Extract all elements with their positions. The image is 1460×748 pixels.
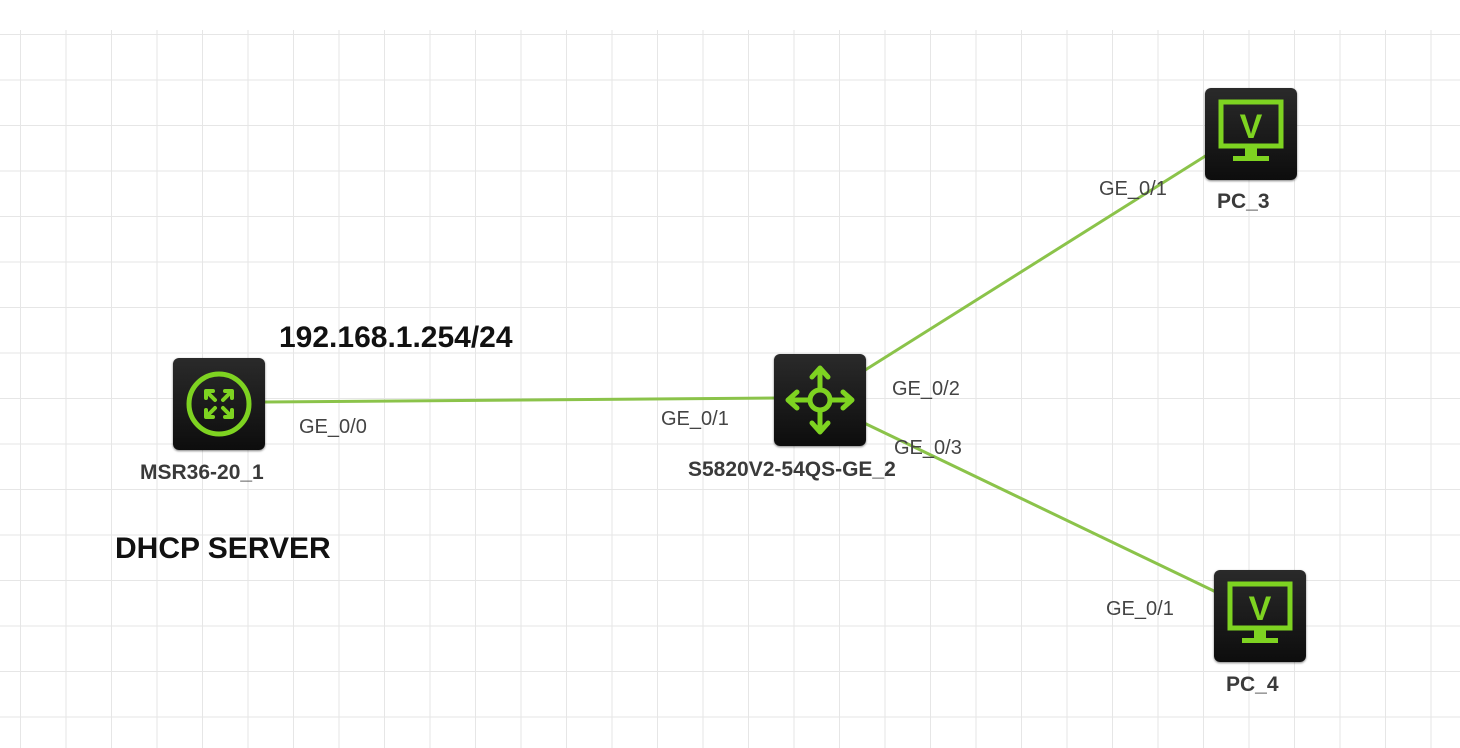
- router-device[interactable]: [173, 358, 265, 450]
- pc3-name-label: PC_3: [1217, 190, 1270, 213]
- port-label-switch-ge01: GE_0/1: [661, 408, 729, 430]
- monitor-icon: V: [1227, 581, 1293, 643]
- switch-icon: [785, 365, 855, 435]
- pc4-name-label: PC_4: [1226, 673, 1279, 696]
- router-name-label: MSR36-20_1: [140, 461, 264, 484]
- port-label-switch-ge02: GE_0/2: [892, 378, 960, 400]
- monitor-icon: V: [1218, 99, 1284, 161]
- port-label-pc4-ge01: GE_0/1: [1106, 598, 1174, 620]
- link-router-switch[interactable]: [264, 396, 779, 404]
- router-icon: [186, 371, 252, 437]
- port-label-router-ge00: GE_0/0: [299, 416, 367, 438]
- switch-name-label: S5820V2-54QS-GE_2: [688, 458, 896, 481]
- dhcp-server-annotation: DHCP SERVER: [115, 532, 331, 565]
- pc3-device[interactable]: V: [1205, 88, 1297, 180]
- topology-canvas[interactable]: V V MSR36-20_1 S5820V2-54QS-GE_2 PC_3 PC…: [0, 0, 1460, 748]
- ip-address-annotation: 192.168.1.254/24: [279, 321, 513, 354]
- svg-text:V: V: [1240, 108, 1263, 146]
- port-label-pc3-ge01: GE_0/1: [1099, 178, 1167, 200]
- switch-device[interactable]: [774, 354, 866, 446]
- pc4-device[interactable]: V: [1214, 570, 1306, 662]
- svg-text:V: V: [1249, 590, 1272, 628]
- port-label-switch-ge03: GE_0/3: [894, 437, 962, 459]
